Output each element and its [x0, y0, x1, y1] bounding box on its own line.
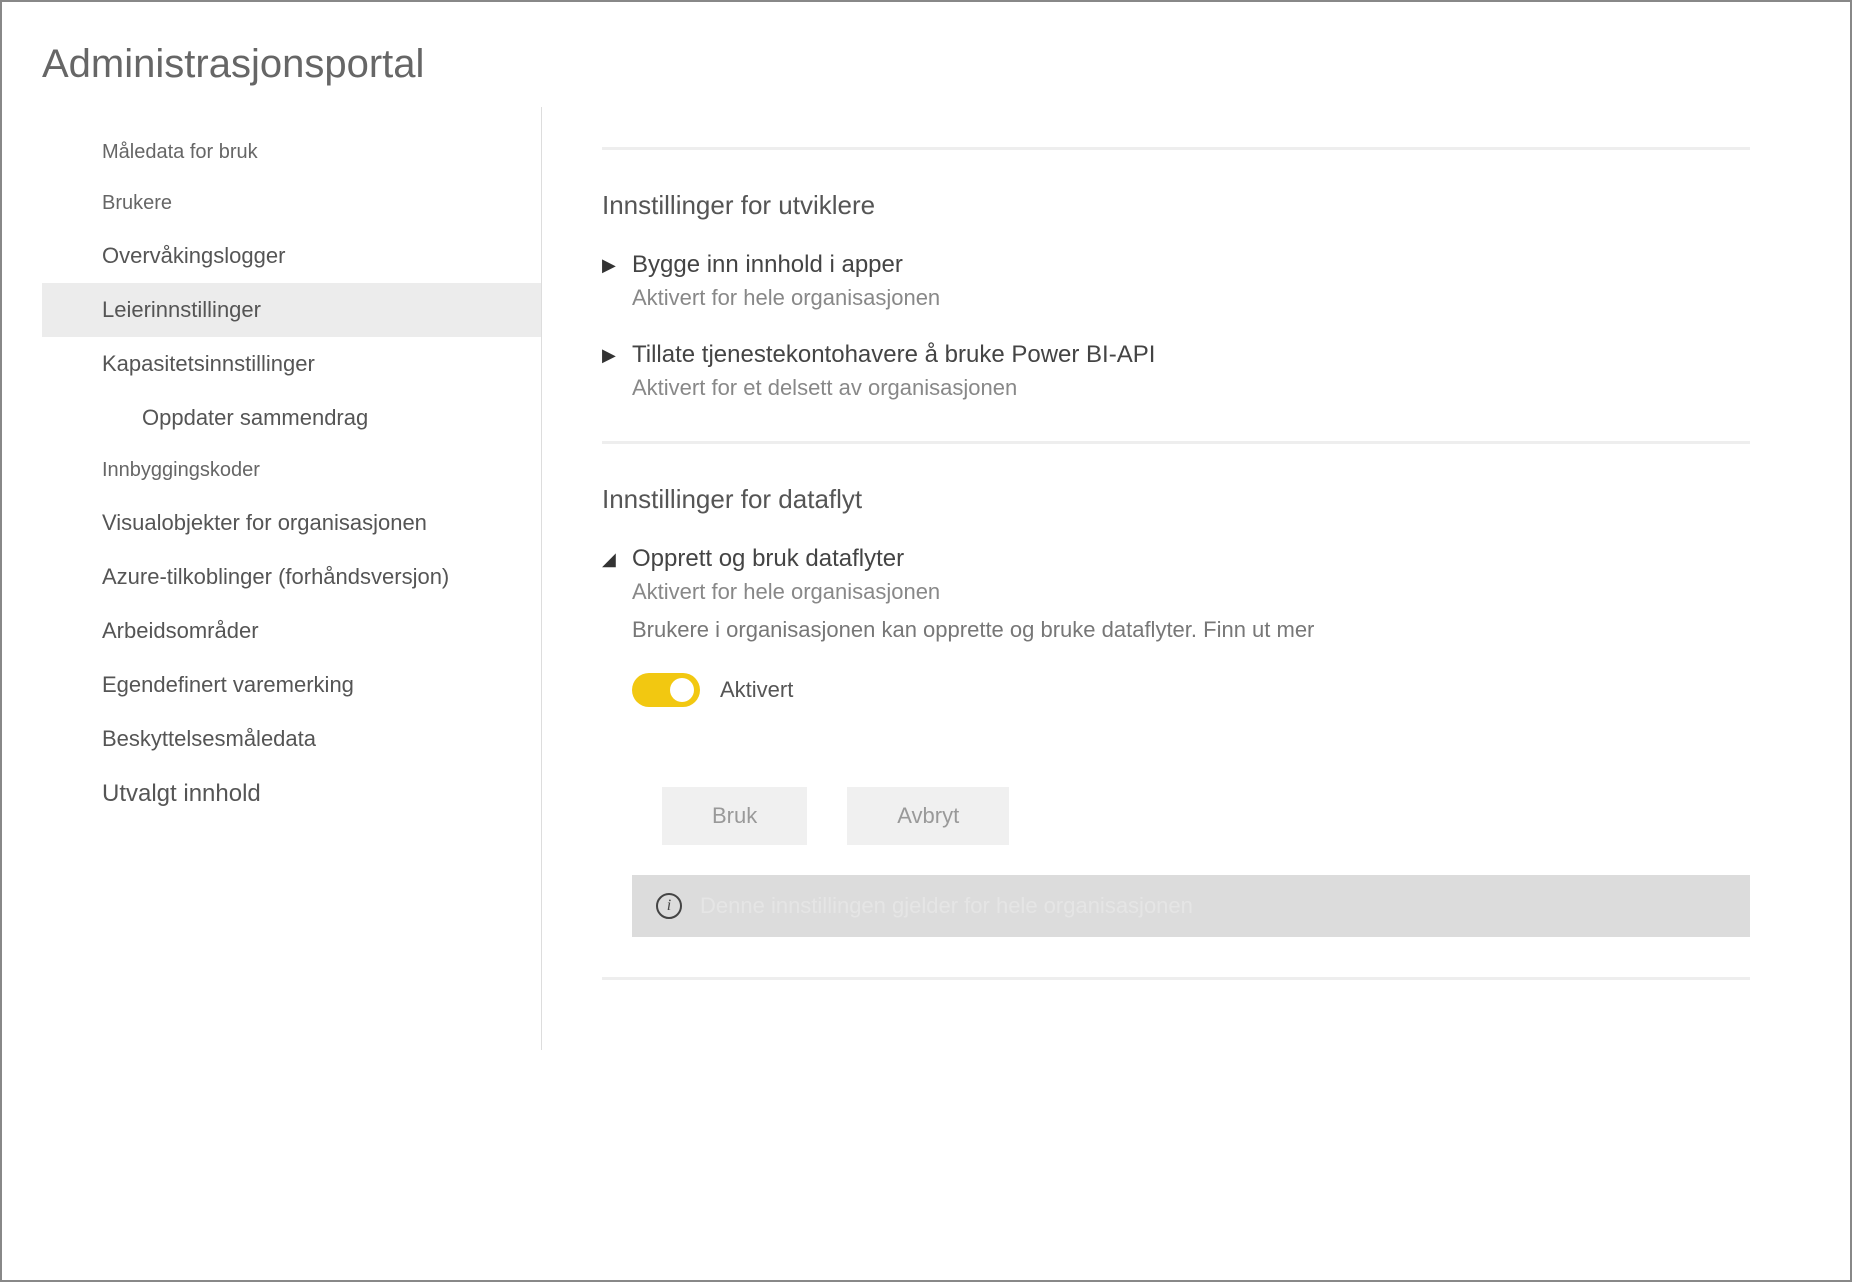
sidebar-item-audit-logs[interactable]: Overvåkingslogger — [42, 229, 541, 283]
info-text: Denne innstillingen gjelder for hele org… — [700, 893, 1193, 919]
setting-service-principals[interactable]: ▶ Tillate tjenestekontohavere å bruke Po… — [602, 341, 1750, 401]
sidebar-item-protection-metrics[interactable]: Beskyttelsesmåledata — [42, 712, 541, 766]
info-bar: i Denne innstillingen gjelder for hele o… — [632, 875, 1750, 937]
divider — [602, 147, 1750, 150]
sidebar-item-usage-metrics[interactable]: Måledata for bruk — [42, 127, 541, 178]
sidebar-item-custom-branding[interactable]: Egendefinert varemerking — [42, 658, 541, 712]
section-developer-settings-title: Innstillinger for utviklere — [602, 190, 1750, 221]
section-dataflow-settings-title: Innstillinger for dataflyt — [602, 484, 1750, 515]
sidebar: Måledata for bruk Brukere Overvåkingslog… — [42, 107, 542, 1050]
setting-title: Bygge inn innhold i apper — [632, 251, 1750, 279]
cancel-button[interactable]: Avbryt — [847, 787, 1009, 845]
sidebar-item-azure-connections[interactable]: Azure-tilkoblinger (forhåndsversjon) — [42, 550, 541, 604]
setting-status: Aktivert for hele organisasjonen — [632, 579, 1750, 605]
main-content: Innstillinger for utviklere ▶ Bygge inn … — [542, 107, 1810, 1050]
sidebar-item-capacity-settings[interactable]: Kapasitetsinnstillinger — [42, 337, 541, 391]
chevron-down-icon[interactable]: ◢ — [602, 545, 632, 570]
setting-embed-content[interactable]: ▶ Bygge inn innhold i apper Aktivert for… — [602, 251, 1750, 311]
sidebar-item-refresh-summary[interactable]: Oppdater sammendrag — [42, 391, 541, 445]
divider — [602, 441, 1750, 444]
setting-create-dataflows[interactable]: ◢ Opprett og bruk dataflyter Aktivert fo… — [602, 545, 1750, 937]
sidebar-item-workspaces[interactable]: Arbeidsområder — [42, 604, 541, 658]
sidebar-item-featured-content[interactable]: Utvalgt innhold — [42, 766, 541, 822]
chevron-right-icon[interactable]: ▶ — [602, 251, 632, 276]
divider — [602, 977, 1750, 980]
apply-button[interactable]: Bruk — [662, 787, 807, 845]
toggle-knob — [670, 678, 694, 702]
sidebar-item-embed-codes[interactable]: Innbyggingskoder — [42, 445, 541, 496]
info-icon: i — [656, 893, 682, 919]
setting-title: Opprett og bruk dataflyter — [632, 545, 1750, 573]
sidebar-item-org-visuals[interactable]: Visualobjekter for organisasjonen — [42, 496, 541, 550]
setting-status: Aktivert for hele organisasjonen — [632, 285, 1750, 311]
setting-title: Tillate tjenestekontohavere å bruke Powe… — [632, 341, 1750, 369]
setting-status: Aktivert for et delsett av organisasjone… — [632, 375, 1750, 401]
toggle-enabled[interactable] — [632, 673, 700, 707]
setting-description: Brukere i organisasjonen kan opprette og… — [632, 617, 1750, 643]
sidebar-item-users[interactable]: Brukere — [42, 178, 541, 229]
toggle-label: Aktivert — [720, 677, 793, 703]
chevron-right-icon[interactable]: ▶ — [602, 341, 632, 366]
page-title: Administrasjonsportal — [42, 42, 1810, 87]
sidebar-item-tenant-settings[interactable]: Leierinnstillinger — [42, 283, 541, 337]
